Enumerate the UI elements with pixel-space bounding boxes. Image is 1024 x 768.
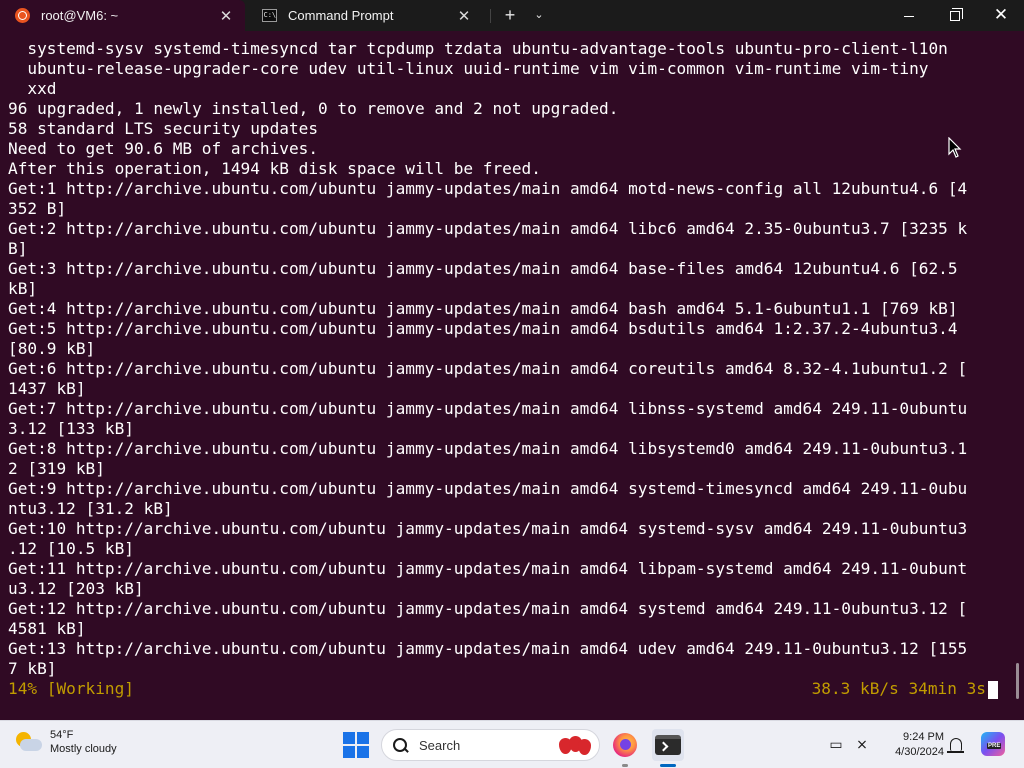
scrollbar-thumb[interactable] <box>1016 663 1019 699</box>
active-indicator <box>660 764 676 767</box>
terminal-line: [80.9 kB] <box>8 339 96 358</box>
terminal-lines: systemd-sysv systemd-timesyncd tar tcpdu… <box>8 39 1008 679</box>
search-icon <box>393 737 408 753</box>
running-indicator <box>622 764 628 767</box>
terminal-line: 96 upgraded, 1 newly installed, 0 to rem… <box>8 99 619 118</box>
terminal-icon <box>655 735 681 755</box>
terminal-line: Get:5 http://archive.ubuntu.com/ubuntu j… <box>8 319 958 338</box>
tab-bar: root@VM6: ~ ✕ C:\ Command Prompt ✕ + ⌄ ✕ <box>0 0 1024 31</box>
clock-date: 4/30/2024 <box>895 746 944 758</box>
partly-cloudy-icon <box>14 730 44 754</box>
ubuntu-icon <box>14 8 30 24</box>
terminal-line: Get:9 http://archive.ubuntu.com/ubuntu j… <box>8 479 968 498</box>
terminal-line: Get:6 http://archive.ubuntu.com/ubuntu j… <box>8 359 968 378</box>
terminal-line: 58 standard LTS security updates <box>8 119 319 138</box>
apt-progress-status: 14% [Working] 38.3 kB/s 34min 3s <box>8 679 998 699</box>
terminal-line: After this operation, 1494 kB disk space… <box>8 159 541 178</box>
terminal-line: 2 [319 kB] <box>8 459 105 478</box>
close-window-button[interactable]: ✕ <box>978 0 1024 31</box>
terminal-line: xxd <box>8 79 57 98</box>
tab-title: Command Prompt <box>288 8 394 23</box>
text-cursor <box>988 681 998 699</box>
search-highlight-strawberry-icon <box>557 735 591 755</box>
terminal-line: 1437 kB] <box>8 379 86 398</box>
weather-temperature: 54°F <box>50 729 74 741</box>
terminal-line: Get:12 http://archive.ubuntu.com/ubuntu … <box>8 599 968 618</box>
apt-progress-percent: 14% [Working] <box>8 679 134 698</box>
cmd-icon: C:\ <box>261 8 277 24</box>
minimize-icon <box>904 15 914 17</box>
terminal-line: 7 kB] <box>8 659 57 678</box>
terminal-taskbar-button[interactable] <box>652 729 684 767</box>
terminal-line: Get:3 http://archive.ubuntu.com/ubuntu j… <box>8 259 958 278</box>
mouse-pointer-icon <box>948 137 962 158</box>
weather-widget[interactable]: 54°F Mostly cloudy <box>14 728 117 756</box>
terminal-output[interactable]: systemd-sysv systemd-timesyncd tar tcpdu… <box>0 31 1024 720</box>
search-label: Search <box>419 737 461 753</box>
terminal-line: ubuntu-release-upgrader-core udev util-l… <box>8 59 929 78</box>
copilot-icon: PRE <box>981 732 1005 756</box>
terminal-line: systemd-sysv systemd-timesyncd tar tcpdu… <box>8 39 948 58</box>
close-tab-icon[interactable]: ✕ <box>217 7 235 25</box>
terminal-line: B] <box>8 239 28 258</box>
tab-dropdown-chevron-down-icon[interactable]: ⌄ <box>528 4 550 26</box>
terminal-line: .12 [10.5 kB] <box>8 539 134 558</box>
terminal-line: Need to get 90.6 MB of archives. <box>8 139 319 158</box>
taskbar-search-box[interactable]: Search <box>381 729 600 761</box>
tab-ubuntu-terminal[interactable]: root@VM6: ~ ✕ <box>0 0 245 31</box>
terminal-line: Get:7 http://archive.ubuntu.com/ubuntu j… <box>8 399 968 418</box>
maximize-button[interactable] <box>932 0 978 31</box>
tab-title: root@VM6: ~ <box>41 8 119 23</box>
terminal-line: Get:1 http://archive.ubuntu.com/ubuntu j… <box>8 179 968 198</box>
weather-description: Mostly cloudy <box>50 743 117 755</box>
terminal-line: Get:13 http://archive.ubuntu.com/ubuntu … <box>8 639 968 658</box>
taskbar: 54°F Mostly cloudy Search ▭ ⨯ 9:24 PM 4/… <box>0 720 1024 768</box>
close-tab-icon[interactable]: ✕ <box>455 7 473 25</box>
terminal-line: u3.12 [203 kB] <box>8 579 144 598</box>
terminal-line: 352 B] <box>8 199 67 218</box>
system-clock[interactable]: 9:24 PM 4/30/2024 <box>878 730 944 760</box>
terminal-line: Get:4 http://archive.ubuntu.com/ubuntu j… <box>8 299 958 318</box>
display-network-icon[interactable]: ▭ <box>826 734 846 754</box>
terminal-line: kB] <box>8 279 38 298</box>
terminal-line: 4581 kB] <box>8 619 86 638</box>
notification-bell-icon[interactable] <box>946 734 966 754</box>
volume-muted-icon[interactable]: ⨯ <box>852 734 872 754</box>
terminal-line: Get:11 http://archive.ubuntu.com/ubuntu … <box>8 559 968 578</box>
start-button-windows-icon[interactable] <box>343 732 369 758</box>
firefox-icon <box>613 733 637 757</box>
new-tab-button[interactable]: + <box>499 4 521 26</box>
restore-icon <box>950 8 963 22</box>
tab-command-prompt[interactable]: C:\ Command Prompt ✕ <box>247 0 483 31</box>
terminal-line: Get:8 http://archive.ubuntu.com/ubuntu j… <box>8 439 968 458</box>
clock-time: 9:24 PM <box>903 731 944 743</box>
terminal-line: Get:10 http://archive.ubuntu.com/ubuntu … <box>8 519 968 538</box>
copilot-button[interactable]: PRE <box>980 731 1006 757</box>
terminal-line: Get:2 http://archive.ubuntu.com/ubuntu j… <box>8 219 968 238</box>
minimize-button[interactable] <box>886 0 932 31</box>
terminal-line: ntu3.12 [31.2 kB] <box>8 499 173 518</box>
tab-separator <box>490 9 491 23</box>
apt-download-speed: 38.3 kB/s 34min 3s <box>811 679 986 698</box>
terminal-line: 3.12 [133 kB] <box>8 419 134 438</box>
firefox-taskbar-button[interactable] <box>609 729 641 767</box>
